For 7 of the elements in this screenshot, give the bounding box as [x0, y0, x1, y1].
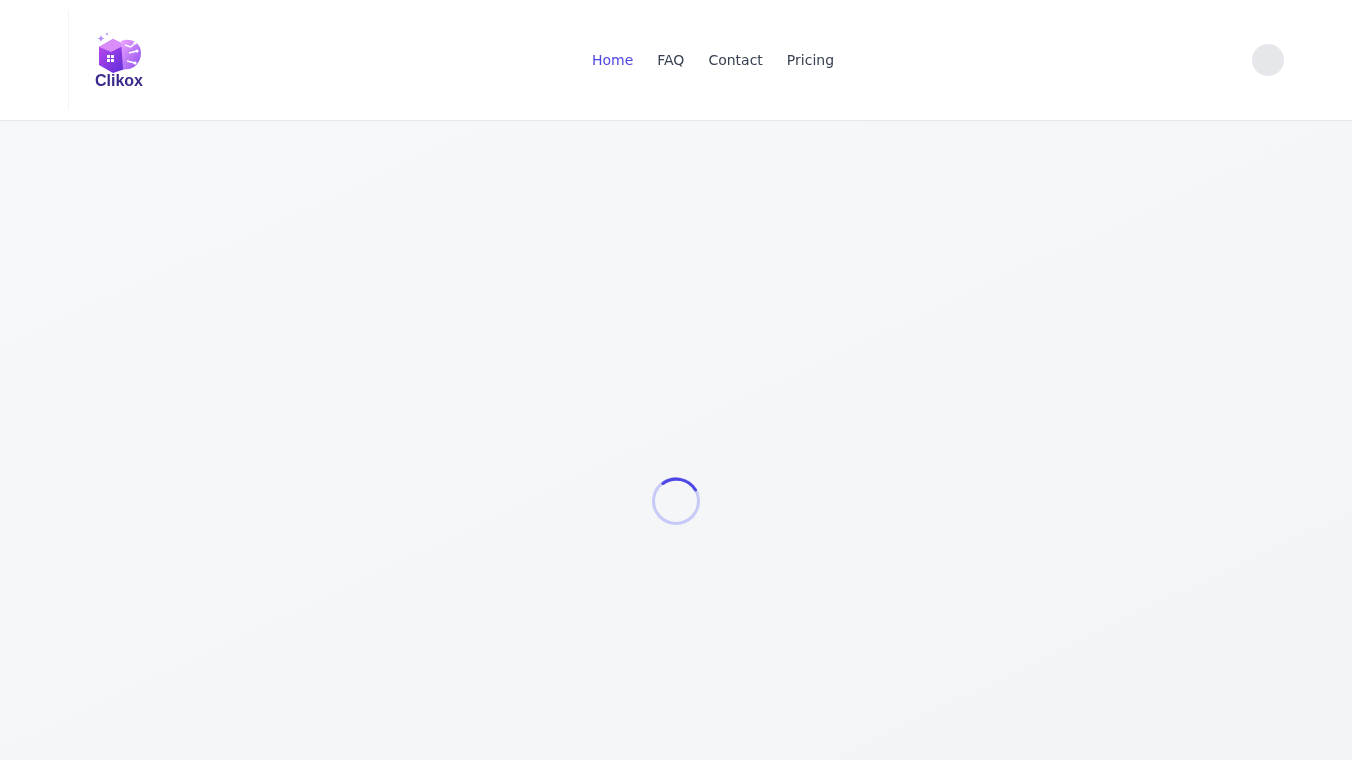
avatar-placeholder[interactable]: [1252, 44, 1284, 76]
nav-link[interactable]: Pricing: [786, 50, 835, 70]
nav-link[interactable]: Contact: [708, 50, 763, 70]
logo-cube-icon: [95, 30, 143, 73]
nav-link[interactable]: FAQ: [657, 50, 685, 70]
logo-link[interactable]: Clikox: [95, 30, 143, 90]
nav-link[interactable]: Home: [591, 50, 634, 70]
